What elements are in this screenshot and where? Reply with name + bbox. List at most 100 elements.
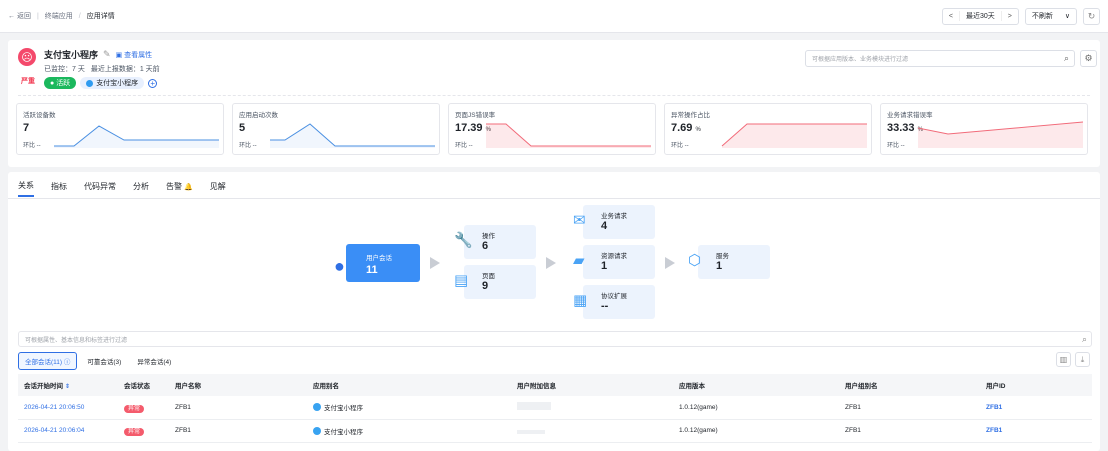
flow-arrow xyxy=(665,257,675,269)
user-extra-info xyxy=(511,419,673,443)
time-range-value[interactable]: 最近30天 xyxy=(958,11,1002,21)
metric-value: 33.33 xyxy=(887,122,915,134)
metric-app-launches[interactable]: 应用启动次数 5 环比 -- xyxy=(232,103,440,155)
node-biz-requests[interactable]: ✉ 业务请求 4 xyxy=(573,205,655,239)
filter-placeholder: 可根据应用版本、业务模块进行过滤 xyxy=(812,57,909,63)
session-start-time[interactable]: 2026-04-21 20:06:50 xyxy=(18,396,118,420)
document-icon: ▦ xyxy=(573,292,588,309)
session-table: 会话开始时间 ⇕ 会话状态 用户名称 应用别名 用户附加信息 应用版本 用户组别… xyxy=(18,374,1092,443)
status-badge: 异常 xyxy=(124,404,145,413)
download-icon[interactable]: ⤓ xyxy=(1075,352,1090,367)
node-services[interactable]: ⬡ 服务 1 xyxy=(688,245,770,279)
column-header: 应用版本 xyxy=(673,374,839,396)
user-id[interactable]: ZFB1 xyxy=(980,419,1092,443)
refresh-select[interactable]: 不刷新 ∨ xyxy=(1024,7,1077,25)
header-label: 会话状态 xyxy=(124,383,150,390)
metric-js-error-rate[interactable]: 页面JS错误率 17.39 % 环比 -- xyxy=(448,103,656,155)
tab-label: 见解 xyxy=(209,182,226,191)
user-group: ZFB1 xyxy=(839,419,980,443)
node-resource-requests[interactable]: ▰ 资源请求 1 xyxy=(573,245,655,279)
next-range-button[interactable]: > xyxy=(1002,13,1018,20)
column-header: 应用别名 xyxy=(307,374,511,396)
metric-compare: 环比 -- xyxy=(887,143,905,149)
last-report-ago: 1 天前 xyxy=(139,66,160,73)
node-value: 6 xyxy=(482,240,489,252)
tab-insights[interactable]: 见解 xyxy=(210,180,226,197)
sort-icon[interactable]: ⇕ xyxy=(65,384,70,390)
top-bar: ← 返回 | 终端应用 / 应用详情 < 最近30天 > 不刷新 ∨ ↻ xyxy=(0,0,1108,33)
metric-compare: 环比 -- xyxy=(23,143,41,149)
header-label: 应用别名 xyxy=(313,383,339,390)
tab-divider xyxy=(8,198,1100,199)
node-label: 用户会话 xyxy=(366,255,392,262)
subtab-abnormal-sessions[interactable]: 异常会话(4) xyxy=(131,353,177,369)
tab-code-errors[interactable]: 代码异常 xyxy=(84,180,116,197)
subtab-label: 全部会话(11) xyxy=(25,359,63,366)
node-value: 1 xyxy=(601,260,608,272)
node-value: 4 xyxy=(601,220,608,232)
node-value: 11 xyxy=(366,264,378,276)
metric-label: 活跃设备数 xyxy=(23,112,56,119)
app-version: 1.0.12(game) xyxy=(673,396,839,420)
header-label: 用户附加信息 xyxy=(517,383,556,390)
metric-label: 异常操作占比 xyxy=(671,112,710,119)
node-label: 协议扩展 xyxy=(601,293,627,300)
user-name: ZFB1 xyxy=(169,419,307,443)
node-pages[interactable]: ▤ 页面 9 xyxy=(454,265,536,299)
tab-alerts[interactable]: 告警 🔔 xyxy=(166,180,193,197)
subtab-label: 可靠会话(3) xyxy=(87,359,122,366)
subtab-reliable-sessions[interactable]: 可靠会话(3) xyxy=(81,353,127,369)
subtab-all-sessions[interactable]: 全部会话(11) ⓘ xyxy=(18,352,78,370)
column-header[interactable]: 会话开始时间 ⇕ xyxy=(18,374,118,396)
tab-metrics[interactable]: 指标 xyxy=(51,180,67,197)
app-summary-card: ☹ 支付宝小程序 ✎ ▣ 查看属性 已监控：7 天 最近上报数据：1 天前 ● … xyxy=(8,40,1100,167)
prev-range-button[interactable]: < xyxy=(943,13,959,20)
filter-input[interactable]: 可根据应用版本、业务模块进行过滤 ⌕ xyxy=(805,50,1075,67)
tab-analysis[interactable]: 分析 xyxy=(133,180,149,197)
detail-tabs: 关系 指标 代码异常 分析 告警 🔔 见解 xyxy=(18,180,226,197)
breadcrumb: ← 返回 | 终端应用 / 应用详情 xyxy=(8,11,115,21)
sparkline xyxy=(721,123,867,148)
search-icon[interactable]: ⌕ xyxy=(1064,53,1069,64)
back-link[interactable]: ← 返回 xyxy=(8,11,31,21)
session-filter-input[interactable]: 可根据属性、基本信息和标签进行过滤 ⌕ xyxy=(18,331,1092,347)
add-tag-icon[interactable]: + xyxy=(148,78,158,88)
flow-arrow xyxy=(546,257,556,269)
user-id[interactable]: ZFB1 xyxy=(980,396,1092,420)
monitored-label: 已监控： xyxy=(44,66,72,73)
node-label: 操作 xyxy=(482,233,495,240)
metric-active-devices[interactable]: 活跃设备数 7 环比 -- xyxy=(16,103,224,155)
metric-biz-error-rate[interactable]: 业务请求错误率 33.33 % 环比 -- xyxy=(880,103,1088,155)
app-alias-label: 支付宝小程序 xyxy=(324,405,363,413)
session-start-time[interactable]: 2026-04-21 20:06:04 xyxy=(18,419,118,443)
breadcrumb-terminal-apps[interactable]: 终端应用 xyxy=(45,11,73,21)
metric-compare: 环比 -- xyxy=(455,143,473,149)
alipay-icon xyxy=(313,403,321,412)
node-value: -- xyxy=(601,300,609,312)
node-operations[interactable]: 🔧 操作 6 xyxy=(454,225,536,259)
severity-label: 严重 xyxy=(21,78,35,85)
column-settings-icon[interactable]: ▥ xyxy=(1056,352,1071,367)
gear-icon[interactable]: ⚙ xyxy=(1080,50,1097,67)
app-meta: 已监控：7 天 最近上报数据：1 天前 xyxy=(44,64,160,74)
refresh-select-value: 不刷新 xyxy=(1031,13,1053,20)
platform-tag-label: 支付宝小程序 xyxy=(96,80,139,87)
tab-label: 代码异常 xyxy=(84,182,116,191)
refresh-button[interactable]: ↻ xyxy=(1083,7,1100,25)
table-row[interactable]: 2026-04-21 20:06:04 异常 ZFB1 支付宝小程序 1.0.1… xyxy=(18,419,1092,443)
session-status: 异常 xyxy=(118,419,169,443)
metric-abnormal-ops[interactable]: 异常操作占比 7.69 % 环比 -- xyxy=(664,103,872,155)
view-properties-link[interactable]: ▣ 查看属性 xyxy=(116,50,153,60)
sparkline xyxy=(486,123,651,148)
search-icon[interactable]: ⌕ xyxy=(1082,334,1087,345)
folder-icon: ▰ xyxy=(573,252,585,269)
active-tag-label: 活跃 xyxy=(56,80,71,87)
node-protocol-extension[interactable]: ▦ 协议扩展 -- xyxy=(573,285,655,319)
table-row[interactable]: 2026-04-21 20:06:50 异常 ZFB1 支付宝小程序 1.0.1… xyxy=(18,396,1092,420)
status-badge: 异常 xyxy=(124,428,145,436)
edit-icon[interactable]: ✎ xyxy=(103,49,111,60)
active-tag: ● 活跃 xyxy=(44,77,77,89)
tab-relations[interactable]: 关系 xyxy=(18,180,34,197)
view-properties-label: 查看属性 xyxy=(124,51,153,59)
node-user-session[interactable]: ● 用户会话 11 xyxy=(334,244,420,282)
